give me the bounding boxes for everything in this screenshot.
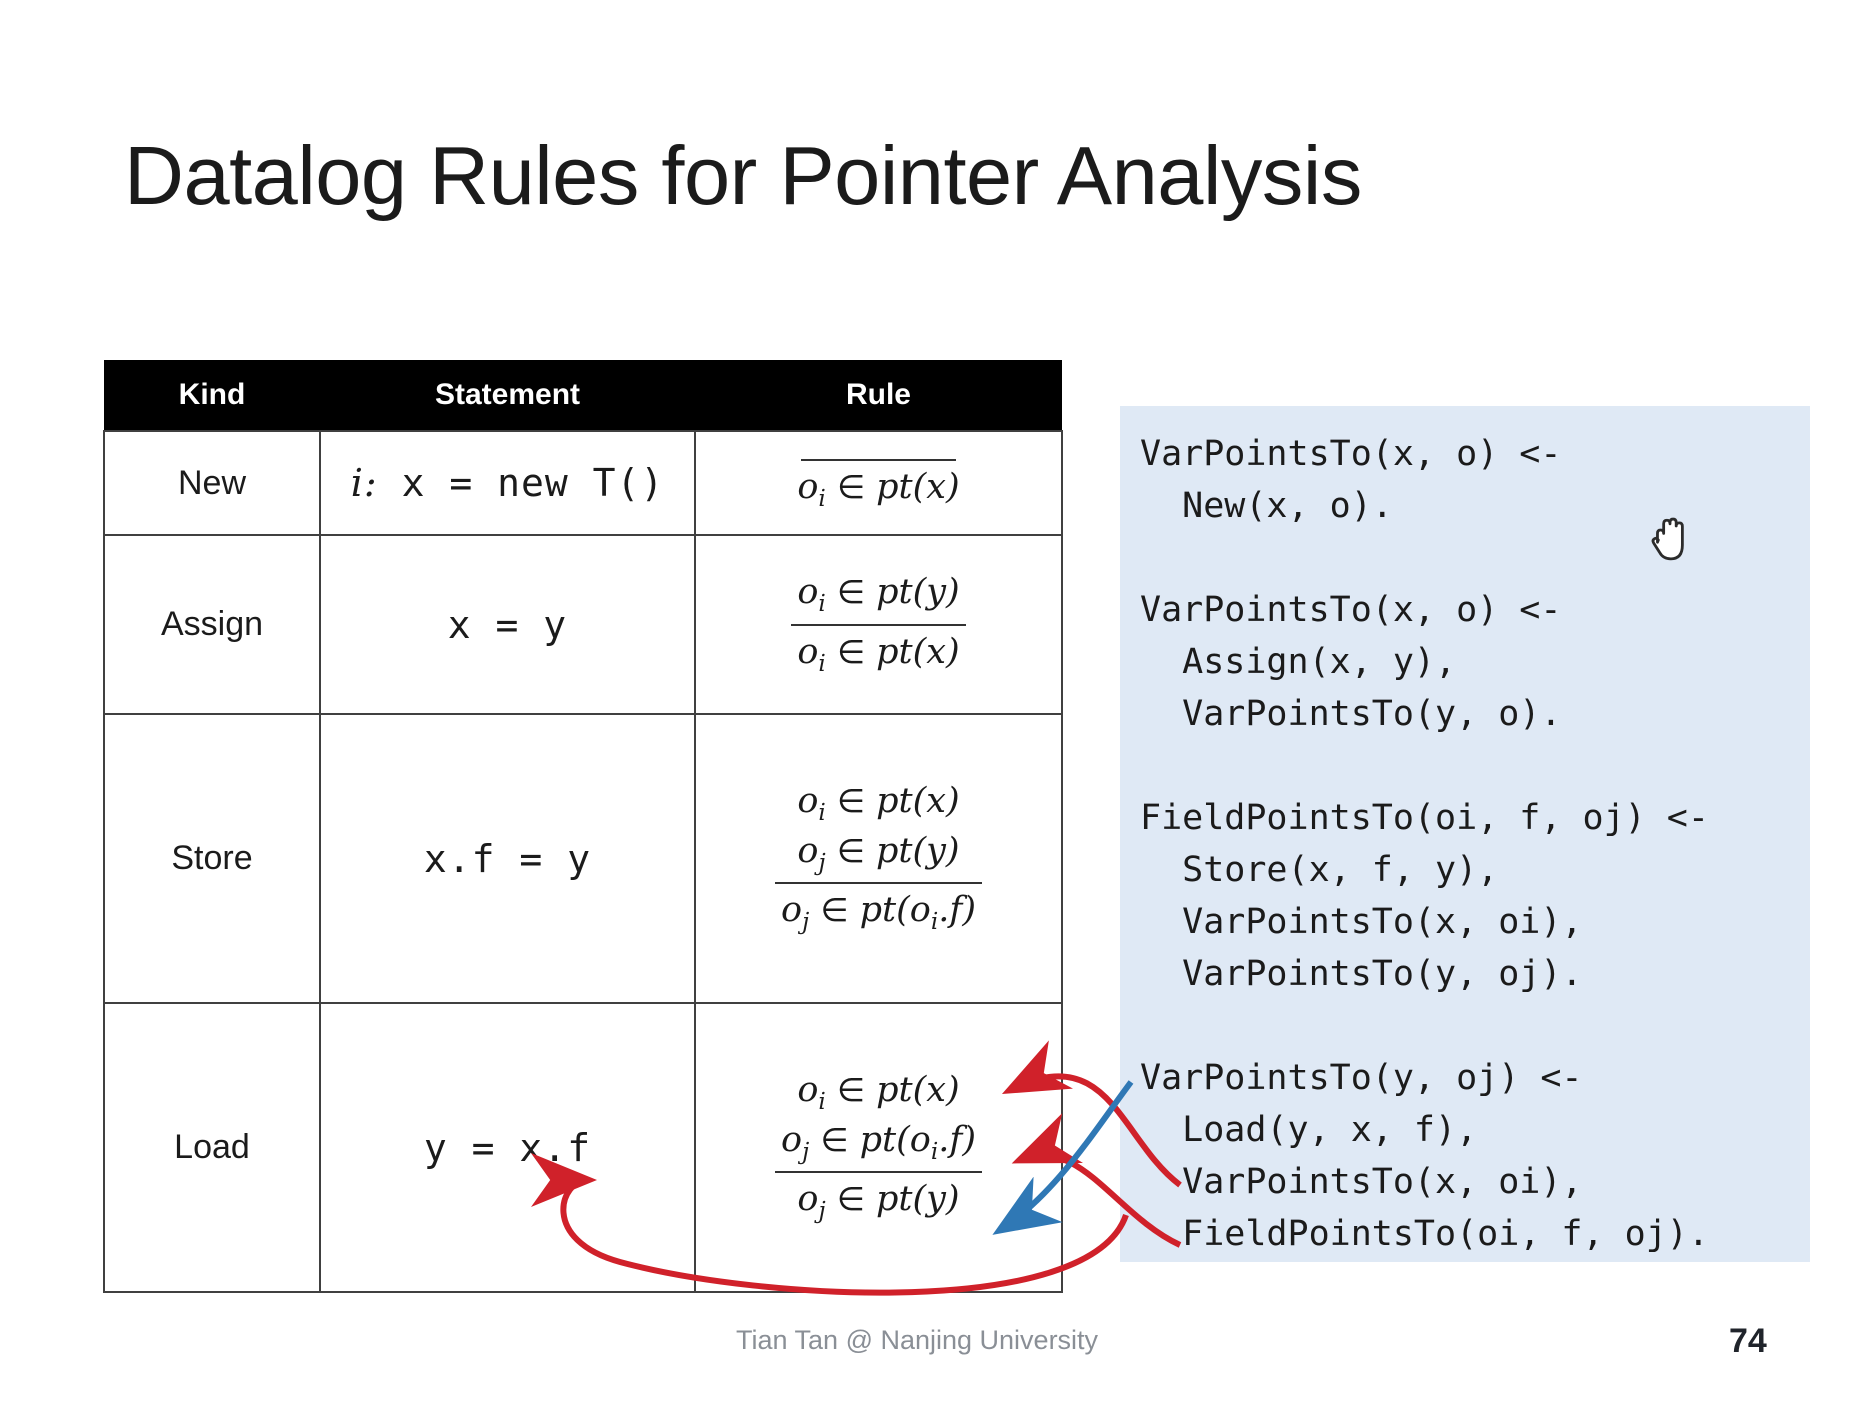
cell-statement-new: i: x = new T() bbox=[319, 430, 696, 536]
rule-conclusion: oi ∈ pt(x) bbox=[797, 467, 960, 513]
inference-rule-load: oi ∈ pt(x) oj ∈ pt(oi.f) oj ∈ pt(y) bbox=[775, 1068, 982, 1227]
cell-kind-new: New bbox=[103, 430, 321, 536]
cell-statement-load: y = x.f bbox=[319, 1002, 696, 1293]
inference-rule-assign: oi ∈ pt(y) oi ∈ pt(x) bbox=[791, 570, 966, 680]
inference-rule-new: oi ∈ pt(x) bbox=[791, 451, 965, 515]
page-title: Datalog Rules for Pointer Analysis bbox=[124, 129, 1362, 222]
cell-rule-new: oi ∈ pt(x) bbox=[694, 430, 1063, 536]
rule-premise: oj ∈ pt(oi.f) bbox=[781, 1119, 976, 1165]
cell-statement-store: x.f = y bbox=[319, 713, 696, 1004]
rule-bar-top bbox=[801, 451, 956, 462]
rule-conclusion: oj ∈ pt(y) bbox=[775, 1171, 982, 1227]
table-row: Load y = x.f oi ∈ pt(x) oj ∈ pt(oi.f) oj… bbox=[103, 1002, 1063, 1293]
inference-rule-store: oi ∈ pt(x) oj ∈ pt(y) oj ∈ pt(oi.f) bbox=[775, 779, 982, 938]
page-number: 74 bbox=[1729, 1322, 1767, 1360]
cell-rule-load: oi ∈ pt(x) oj ∈ pt(oi.f) oj ∈ pt(y) bbox=[694, 1002, 1063, 1293]
column-header-statement: Statement bbox=[320, 360, 695, 431]
cell-kind-load: Load bbox=[103, 1002, 321, 1293]
table-row: Assign x = y oi ∈ pt(y) oi ∈ pt(x) bbox=[103, 534, 1063, 715]
rule-premise: oi ∈ pt(x) bbox=[797, 781, 960, 827]
statement-body: x = new T() bbox=[377, 461, 665, 505]
rule-premise: oi ∈ pt(x) bbox=[797, 1070, 960, 1116]
table-row: Store x.f = y oi ∈ pt(x) oj ∈ pt(y) oj ∈… bbox=[103, 713, 1063, 1004]
cell-statement-assign: x = y bbox=[319, 534, 696, 715]
datalog-code-text: VarPointsTo(x, o) <- New(x, o). VarPoint… bbox=[1140, 434, 1709, 1254]
datalog-rules-table: Kind Statement Rule New i: x = new T() o… bbox=[103, 360, 1063, 1293]
rule-conclusion: oi ∈ pt(x) bbox=[791, 623, 966, 680]
table-row: New i: x = new T() oi ∈ pt(x) bbox=[103, 430, 1063, 536]
rule-premise: oj ∈ pt(y) bbox=[797, 830, 960, 876]
column-header-kind: Kind bbox=[104, 360, 320, 431]
rule-premise: oi ∈ pt(y) bbox=[797, 571, 960, 617]
cell-kind-assign: Assign bbox=[103, 534, 321, 715]
grab-hand-cursor-icon bbox=[1651, 517, 1684, 561]
statement-index-label: i: bbox=[350, 461, 378, 505]
cell-rule-assign: oi ∈ pt(y) oi ∈ pt(x) bbox=[694, 534, 1063, 715]
rule-conclusion: oj ∈ pt(oi.f) bbox=[775, 882, 982, 938]
column-header-rule: Rule bbox=[695, 360, 1062, 431]
cell-kind-store: Store bbox=[103, 713, 321, 1004]
table-header-row: Kind Statement Rule bbox=[104, 360, 1062, 431]
footer-credit: Tian Tan @ Nanjing University bbox=[736, 1325, 1099, 1355]
cell-rule-store: oi ∈ pt(x) oj ∈ pt(y) oj ∈ pt(oi.f) bbox=[694, 713, 1063, 1004]
